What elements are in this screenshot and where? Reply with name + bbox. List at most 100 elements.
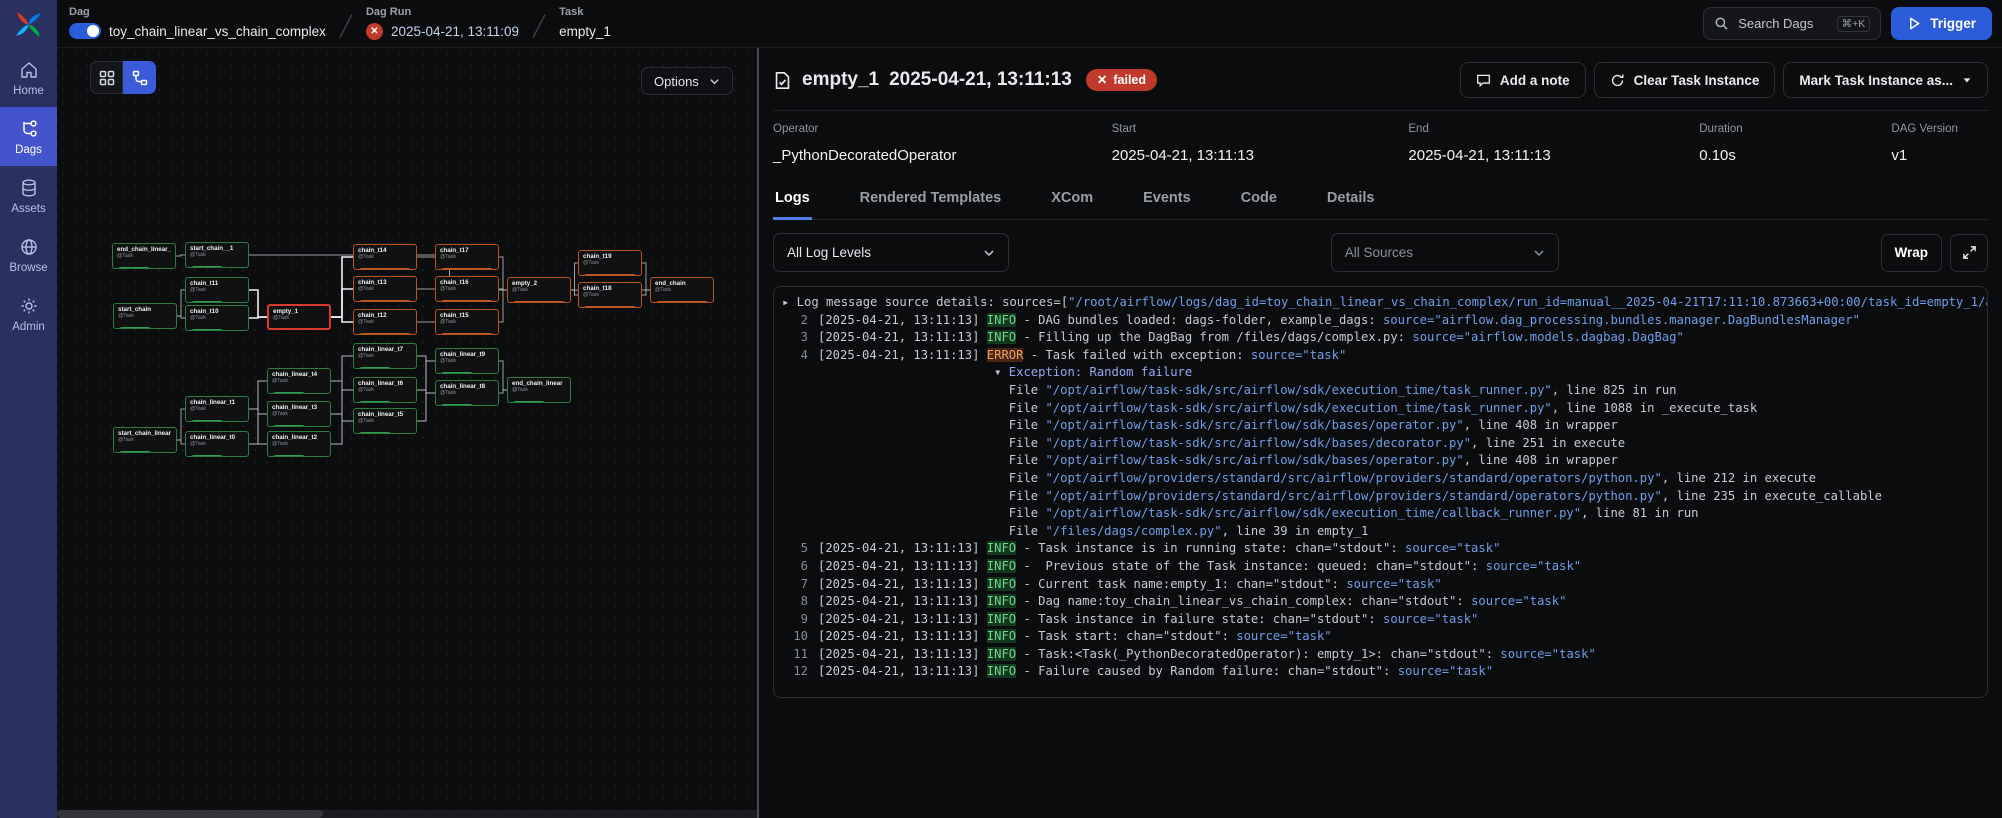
dag-node-chain_linear_t7[interactable]: chain_linear_t7@Task✓ success [353, 343, 417, 369]
tab-xcom[interactable]: XCom [1049, 180, 1095, 220]
add-note-button[interactable]: Add a note [1460, 62, 1586, 98]
dag-node-end_chain[interactable]: end_chain@Task⊘ upstream_failed [650, 277, 714, 303]
log-viewer[interactable]: ▸ Log message source details: sources=["… [773, 286, 1988, 698]
log-line: 12[2025-04-21, 13:11:13] INFO - Failure … [782, 663, 1987, 681]
app-root: Home Dags Assets Browse Admin Dag toy_chain_… [0, 0, 2002, 818]
dag-node-chain_t19[interactable]: chain_t19@Task⊘ upstream_failed [578, 250, 642, 276]
log-level-select[interactable]: All Log Levels [773, 233, 1009, 272]
dag-run-label: Dag Run [366, 6, 519, 18]
gear-icon [19, 296, 39, 316]
node-status-badge: ✕ failed [273, 329, 300, 330]
node-status-badge: ✓ success [190, 301, 224, 303]
sidebar-nav: Home Dags Assets Browse Admin [0, 48, 57, 343]
dag-node-chain_linear_t8[interactable]: chain_linear_t8@Task✓ success [435, 380, 499, 406]
grid-view-button[interactable] [90, 61, 123, 94]
tab-logs[interactable]: Logs [773, 180, 812, 220]
log-source-select[interactable]: All Sources [1331, 233, 1559, 272]
dag-node-chain_linear_t4[interactable]: chain_linear_t4@Task✓ success [267, 368, 331, 394]
sidebar-item-browse[interactable]: Browse [0, 225, 57, 284]
dag-node-start_chain[interactable]: start_chain@Task✓ success [113, 303, 177, 329]
tab-events[interactable]: Events [1141, 180, 1193, 220]
search-shortcut-kbd: ⌘+K [1837, 16, 1871, 32]
dag-node-end_chain_linear[interactable]: end_chain_linear@Task✓ success [507, 377, 571, 403]
node-status-badge: ⊘ upstream_failed [358, 268, 412, 270]
dag-node-chain_linear_t9[interactable]: chain_linear_t9@Task✓ success [435, 348, 499, 374]
node-status-badge: ⊘ upstream_failed [358, 300, 412, 302]
dag-node-chain_t12[interactable]: chain_t12@Task⊘ upstream_failed [353, 309, 417, 335]
search-dags-input[interactable]: Search Dags ⌘+K [1703, 7, 1881, 40]
dag-node-chain_t16[interactable]: chain_t16@Task⊘ upstream_failed [435, 276, 499, 302]
sidebar-item-home[interactable]: Home [0, 48, 57, 107]
node-status-badge: ⊘ upstream_failed [440, 300, 494, 302]
node-status-badge: ⊘ upstream_failed [358, 333, 412, 335]
task-doc-icon [773, 71, 792, 90]
node-status-badge: ⊘ upstream_failed [655, 301, 709, 303]
breadcrumb: Dag toy_chain_linear_vs_chain_complex ╱ … [69, 6, 611, 41]
clear-task-instance-button[interactable]: Clear Task Instance [1594, 62, 1776, 98]
task-instance-timestamp: 2025-04-21, 13:11:13 [889, 69, 1072, 91]
tab-rendered-templates[interactable]: Rendered Templates [858, 180, 1004, 220]
dag-node-chain_linear_t2[interactable]: chain_linear_t2@Task✓ success [267, 431, 331, 457]
graph-view-button[interactable] [123, 61, 156, 94]
meta-end: End2025-04-21, 13:11:13 [1408, 123, 1699, 164]
dag-node-end_chain_linear__1[interactable]: end_chain_linear__1@Task✓ success [112, 243, 176, 269]
chevron-down-icon [1533, 247, 1545, 259]
fullscreen-button[interactable] [1950, 234, 1988, 272]
sidebar-item-assets[interactable]: Assets [0, 166, 57, 225]
sidebar-item-label: Browse [9, 262, 47, 274]
meta-dag-version: DAG Versionv1 [1891, 123, 1988, 164]
dag-name[interactable]: toy_chain_linear_vs_chain_complex [109, 24, 326, 39]
node-status-badge: ✓ success [272, 392, 306, 394]
sidebar-item-admin[interactable]: Admin [0, 284, 57, 343]
trigger-button[interactable]: Trigger [1891, 7, 1992, 40]
node-status-badge: ⊘ upstream_failed [512, 301, 566, 303]
node-status-badge: ⊘ upstream_failed [583, 274, 637, 276]
dag-node-start_chain_linear[interactable]: start_chain_linear@Task✓ success [113, 427, 177, 453]
dag-run-link[interactable]: 2025-04-21, 13:11:09 [391, 24, 519, 39]
log-line: 2[2025-04-21, 13:11:13] INFO - DAG bundl… [782, 312, 1987, 330]
caret-down-icon [1962, 75, 1972, 85]
log-line: File "/opt/airflow/task-sdk/src/airflow/… [782, 435, 1987, 453]
dag-node-chain_t15[interactable]: chain_t15@Task⊘ upstream_failed [435, 309, 499, 335]
node-status-badge: ✓ success [512, 401, 546, 403]
log-line: 3[2025-04-21, 13:11:13] INFO - Filling u… [782, 329, 1987, 347]
dag-node-empty_2[interactable]: empty_2@Task⊘ upstream_failed [507, 277, 571, 303]
dag-node-chain_linear_t5[interactable]: chain_linear_t5@Task✓ success [353, 408, 417, 434]
node-status-badge: ✓ success [358, 401, 392, 403]
search-icon [1714, 16, 1729, 31]
dag-node-chain_linear_t0[interactable]: chain_linear_t0@Task✓ success [185, 431, 249, 457]
sidebar-item-label: Dags [15, 144, 42, 156]
dag-label: Dag [69, 6, 326, 18]
sidebar-item-label: Assets [11, 203, 46, 215]
topbar: Dag toy_chain_linear_vs_chain_complex ╱ … [57, 0, 2002, 48]
dag-node-chain_t17[interactable]: chain_t17@Task⊘ upstream_failed [435, 244, 499, 270]
task-name[interactable]: empty_1 [559, 24, 611, 39]
log-line: File "/opt/airflow/providers/standard/sr… [782, 488, 1987, 506]
dag-node-chain_t10[interactable]: chain_t10@Task✓ success [185, 305, 249, 331]
dag-pause-toggle[interactable] [69, 23, 101, 39]
graph-horizontal-scrollbar[interactable] [57, 810, 757, 818]
node-status-badge: ✓ success [190, 329, 224, 331]
mark-task-instance-as-button[interactable]: Mark Task Instance as... [1783, 62, 1988, 98]
tab-details[interactable]: Details [1325, 180, 1377, 220]
log-line: 10[2025-04-21, 13:11:13] INFO - Task sta… [782, 628, 1987, 646]
dag-node-chain_linear_t1[interactable]: chain_linear_t1@Task✓ success [185, 396, 249, 422]
dag-node-chain_linear_t3[interactable]: chain_linear_t3@Task✓ success [267, 401, 331, 427]
log-line: 9[2025-04-21, 13:11:13] INFO - Task inst… [782, 611, 1987, 629]
graph-options-button[interactable]: Options [641, 67, 733, 95]
dag-node-chain_t18[interactable]: chain_t18@Task⊘ upstream_failed [578, 282, 642, 308]
dag-node-chain_t13[interactable]: chain_t13@Task⊘ upstream_failed [353, 276, 417, 302]
wrap-button[interactable]: Wrap [1881, 234, 1943, 272]
dag-node-chain_linear_t6[interactable]: chain_linear_t6@Task✓ success [353, 377, 417, 403]
airflow-logo-icon[interactable] [0, 0, 57, 48]
dag-node-start_chain__1[interactable]: start_chain__1@Task✓ success [185, 242, 249, 268]
log-line: File "/opt/airflow/task-sdk/src/airflow/… [782, 452, 1987, 470]
tab-code[interactable]: Code [1239, 180, 1279, 220]
dag-node-empty_1[interactable]: empty_1@Task✕ failed [267, 304, 331, 330]
dag-node-chain_t14[interactable]: chain_t14@Task⊘ upstream_failed [353, 244, 417, 270]
sidebar-item-label: Home [13, 85, 44, 97]
note-icon [1476, 73, 1491, 88]
dag-node-chain_t11[interactable]: chain_t11@Task✓ success [185, 277, 249, 303]
node-status-badge: ⊘ upstream_failed [440, 333, 494, 335]
sidebar-item-dags[interactable]: Dags [0, 107, 57, 166]
